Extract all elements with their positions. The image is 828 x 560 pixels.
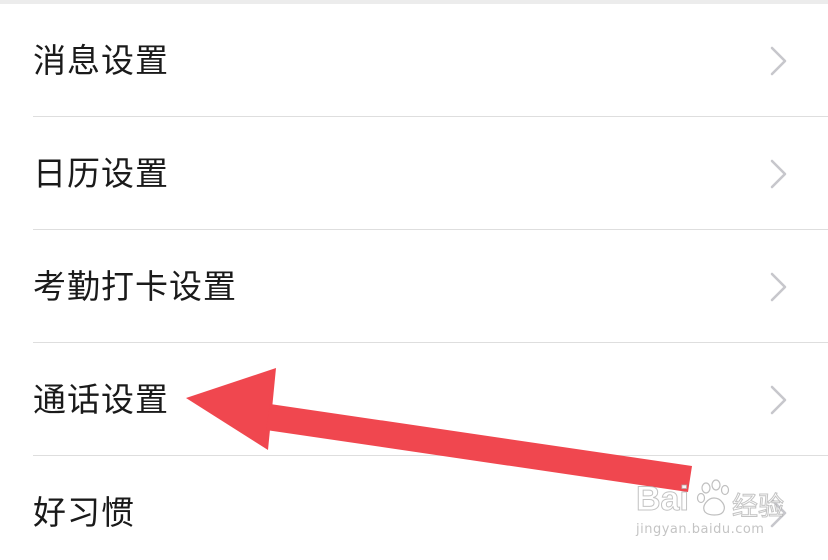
baidu-watermark: Bai 经验 jingyan.baidu.com bbox=[636, 478, 786, 548]
settings-item-label: 通话设置 bbox=[33, 380, 169, 419]
settings-item-attendance[interactable]: 考勤打卡设置 bbox=[0, 230, 828, 343]
chevron-right-icon bbox=[770, 46, 787, 75]
settings-screen: 消息设置 日历设置 考勤打卡设置 通话设置 好习惯 Bai 经验 jingyan… bbox=[0, 0, 828, 560]
settings-item-call[interactable]: 通话设置 bbox=[0, 343, 828, 456]
chevron-right-icon bbox=[770, 159, 787, 188]
settings-item-label: 考勤打卡设置 bbox=[33, 267, 237, 306]
settings-item-label: 好习惯 bbox=[33, 493, 135, 532]
watermark-cn: 经验 bbox=[731, 492, 785, 523]
watermark-url: jingyan.baidu.com bbox=[636, 522, 765, 537]
settings-item-message[interactable]: 消息设置 bbox=[0, 4, 828, 117]
settings-item-calendar[interactable]: 日历设置 bbox=[0, 117, 828, 230]
chevron-right-icon bbox=[770, 272, 787, 301]
paw-icon bbox=[696, 479, 730, 516]
settings-item-label: 日历设置 bbox=[33, 154, 169, 193]
watermark-brand: Bai bbox=[636, 480, 690, 519]
settings-list: 消息设置 日历设置 考勤打卡设置 通话设置 好习惯 bbox=[0, 4, 828, 560]
settings-item-label: 消息设置 bbox=[33, 41, 169, 80]
chevron-right-icon bbox=[770, 385, 787, 414]
